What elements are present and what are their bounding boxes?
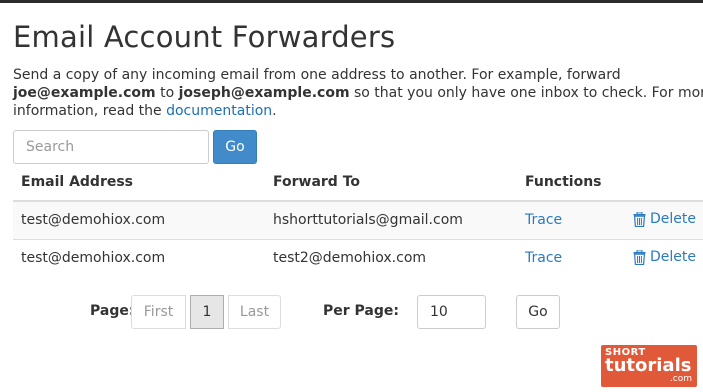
trace-link[interactable]: Trace: [525, 250, 562, 266]
page-description: Send a copy of any incoming email from o…: [13, 66, 703, 120]
top-border: [0, 0, 703, 3]
email-address: test@demohiox.com: [21, 212, 166, 228]
intro-text: to: [155, 85, 179, 101]
current-page-button[interactable]: 1: [190, 295, 224, 329]
per-page-label: Per Page:: [323, 303, 399, 319]
table-row: test@demohiox.com test2@demohiox.com Tra…: [13, 240, 703, 278]
first-page-button[interactable]: First: [131, 295, 186, 329]
watermark-text: tutorials: [605, 355, 692, 376]
trash-icon: [633, 249, 646, 265]
shorttutorials-watermark-logo: SHORT tutorials .com: [601, 345, 697, 387]
delete-button[interactable]: Delete: [633, 249, 696, 265]
page-title: Email Account Forwarders: [13, 20, 396, 54]
intro-text: .: [272, 103, 277, 119]
column-header-forward-to: Forward To: [273, 174, 361, 190]
column-header-email: Email Address: [21, 174, 134, 190]
last-page-button[interactable]: Last: [228, 295, 281, 329]
intro-text: Send a copy of any incoming email from o…: [13, 67, 621, 83]
trace-link[interactable]: Trace: [525, 212, 562, 228]
search-go-button[interactable]: Go: [213, 130, 257, 164]
column-header-functions: Functions: [525, 174, 602, 190]
forward-to-address: hshorttutorials@gmail.com: [273, 212, 463, 228]
table-row: test@demohiox.com hshorttutorials@gmail.…: [13, 202, 703, 240]
watermark-text: .com: [669, 374, 692, 384]
delete-label: Delete: [650, 249, 696, 265]
email-address: test@demohiox.com: [21, 250, 166, 266]
trash-icon: [633, 211, 646, 227]
example-from-address: joe@example.com: [13, 85, 156, 101]
example-to-address: joseph@example.com: [178, 85, 350, 101]
page-label: Page:: [90, 303, 135, 319]
forward-to-address: test2@demohiox.com: [273, 250, 427, 266]
documentation-link[interactable]: documentation: [166, 103, 272, 119]
search-input[interactable]: [13, 130, 209, 164]
delete-button[interactable]: Delete: [633, 211, 696, 227]
per-page-input[interactable]: [417, 295, 486, 329]
per-page-go-button[interactable]: Go: [516, 295, 560, 329]
delete-label: Delete: [650, 211, 696, 227]
